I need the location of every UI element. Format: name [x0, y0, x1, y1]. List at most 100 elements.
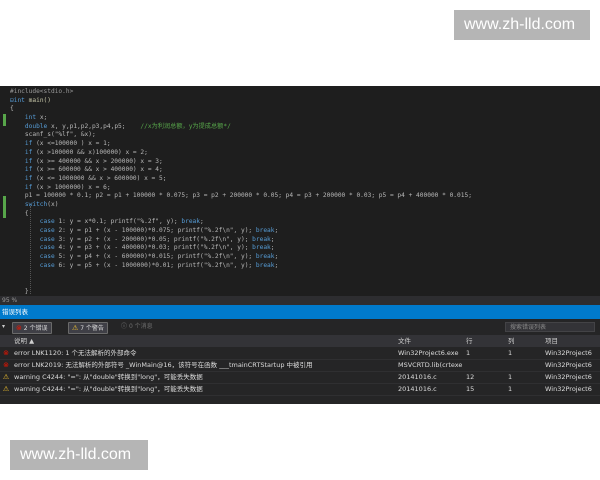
code-line[interactable]: { — [10, 105, 472, 114]
cell-line: 1 — [466, 349, 471, 357]
code-line[interactable] — [10, 279, 472, 288]
code-token: if — [10, 140, 37, 148]
watermark-bottom: www.zh-lld.com — [10, 440, 148, 470]
cell-desc: error LNK1120: 1 个无法解析的外部命令 — [14, 349, 137, 357]
change-marker — [3, 196, 6, 218]
code-line[interactable]: if (x <= 1000000 && x > 600000) x = 5; — [10, 175, 472, 184]
code-token: main() — [28, 96, 51, 104]
column-header-column[interactable]: 列 — [508, 335, 542, 347]
code-line[interactable]: if (x > 1000000) x = 6; — [10, 184, 472, 193]
code-line[interactable]: int x; — [10, 114, 472, 123]
code-token: (x >100000 && x)100000) x = 2; — [36, 148, 148, 156]
code-token: x; — [39, 114, 48, 122]
code-token: 3: y = p2 + (x - 200000)*0.05; printf("%… — [58, 235, 253, 243]
code-token: case — [10, 235, 59, 243]
code-line[interactable]: p1 = 100000 * 0.1; p2 = p1 + 100000 * 0.… — [10, 192, 472, 201]
code-line[interactable] — [10, 270, 472, 279]
code-token: if — [10, 183, 37, 191]
code-token: (x) — [47, 200, 59, 208]
code-token: (x >= 600000 && x > 400000) x = 4; — [36, 166, 163, 174]
code-token: ⊟int — [10, 96, 29, 104]
error-list-row[interactable]: ⚠ warning C4244: "=": 从"double"转换到"long"，… — [0, 383, 600, 396]
code-line[interactable]: case 2: y = p1 + (x - 100000)*0.075; pri… — [10, 227, 472, 236]
error-list-title: 错误列表 — [0, 305, 600, 319]
code-line[interactable]: double x, y,p1,p2,p3,p4,p5; //x为利润总额，y为提… — [10, 123, 472, 132]
code-token: if — [10, 166, 37, 174]
code-token: switch — [10, 200, 48, 208]
code-token: break — [255, 227, 275, 234]
code-token: break — [181, 218, 201, 226]
code-line[interactable]: if (x >= 400000 && x > 200000) x = 3; — [10, 158, 472, 167]
code-line[interactable]: switch(x) — [10, 201, 472, 210]
code-lines[interactable]: #include<stdio.h> ⊟int main(){ int x; dou… — [10, 88, 472, 297]
cell-file: 20141016.c — [398, 373, 437, 381]
scope-dropdown[interactable]: ▾ — [2, 323, 8, 330]
code-line[interactable]: scanf_s("%lf", &x); — [10, 131, 472, 140]
cell-col: 1 — [508, 373, 513, 381]
code-token: ; — [274, 253, 279, 261]
code-editor[interactable]: #include<stdio.h> ⊟int main(){ int x; dou… — [0, 86, 600, 296]
code-line[interactable]: ⊟int main() — [10, 97, 472, 106]
code-token: case — [10, 218, 59, 226]
code-token: break — [255, 253, 275, 261]
column-header-project[interactable]: 项目 — [545, 335, 600, 347]
sort-up-icon: ▲ — [29, 337, 35, 345]
column-header-description[interactable]: 说明 ▲ — [14, 335, 394, 347]
code-token: ; — [200, 218, 204, 226]
code-line[interactable]: case 1: y = x*0.1; printf("%.2f", y); br… — [10, 218, 472, 227]
cell-project: Win32Project6 — [545, 385, 592, 393]
code-token: (x >= 400000 && x > 200000) x = 3; — [36, 157, 163, 165]
cell-col: 1 — [508, 349, 513, 357]
code-token: case — [10, 253, 59, 261]
cell-desc: error LNK2019: 无法解析的外部符号 _WinMain@16，该符号… — [14, 361, 313, 369]
code-token: (x <=100000 ) x = 1; — [36, 140, 111, 148]
cell-project: Win32Project6 — [545, 361, 592, 369]
cell-desc: warning C4244: "=": 从"double"转换到"long"，可… — [14, 385, 203, 393]
code-token: #include<stdio.h> — [10, 88, 74, 95]
cell-project: Win32Project6 — [545, 373, 592, 381]
info-icon: ⓘ — [121, 323, 128, 330]
error-list-header: 说明 ▲ 文件 行 列 项目 — [0, 335, 600, 347]
cell-desc: warning C4244: "=": 从"double"转换到"long"，可… — [14, 373, 203, 381]
warning-icon: ⚠ — [2, 385, 10, 393]
error-icon: ⊗ — [16, 324, 22, 332]
code-line[interactable]: if (x <=100000 ) x = 1; — [10, 140, 472, 149]
error-list-toolbar: ▾ ⊗ 2 个错误 ⚠ 7 个警告 ⓘ 0 个消息 搜索错误列表 — [0, 319, 600, 335]
code-line[interactable]: case 4: y = p3 + (x - 400000)*0.03; prin… — [10, 244, 472, 253]
code-token: (x <= 1000000 && x > 600000) x = 5; — [36, 174, 167, 182]
error-list-search-input[interactable]: 搜索错误列表 — [505, 322, 595, 332]
code-line[interactable]: case 3: y = p2 + (x - 200000)*0.05; prin… — [10, 236, 472, 245]
ide-window: #include<stdio.h> ⊟int main(){ int x; dou… — [0, 86, 600, 404]
code-token: case — [10, 244, 59, 252]
code-token: 4: y = p3 + (x - 400000)*0.03; printf("%… — [58, 244, 253, 252]
warnings-filter-button[interactable]: ⚠ 7 个警告 — [68, 322, 108, 334]
error-list-grid: 说明 ▲ 文件 行 列 项目 ⊗ error LNK1120: 1 个无法解析的外… — [0, 335, 600, 404]
code-token: ; — [270, 244, 275, 252]
cell-col: 1 — [508, 385, 513, 393]
code-line[interactable]: if (x >= 600000 && x > 400000) x = 4; — [10, 166, 472, 175]
error-icon: ⊗ — [3, 349, 9, 357]
code-token: //x为利润总额，y为提成总额*/ — [140, 122, 231, 130]
code-line[interactable]: case 5: y = p4 + (x - 600000)*0.015; pri… — [10, 253, 472, 262]
zoom-level[interactable]: 95 % — [0, 296, 600, 305]
messages-filter-button[interactable]: ⓘ 0 个消息 — [118, 322, 156, 332]
code-token: if — [10, 174, 37, 182]
column-header-file[interactable]: 文件 — [398, 335, 464, 347]
code-line[interactable]: #include<stdio.h> — [10, 88, 472, 97]
code-line[interactable]: { — [10, 210, 472, 219]
watermark-top: www.zh-lld.com — [454, 10, 590, 40]
code-token: case — [10, 261, 59, 269]
code-token: { — [10, 209, 29, 217]
code-line[interactable]: if (x >100000 && x)100000) x = 2; — [10, 149, 472, 158]
errors-filter-button[interactable]: ⊗ 2 个错误 — [12, 322, 52, 334]
code-token: (x > 1000000) x = 6; — [36, 183, 111, 191]
code-line[interactable]: case 6: y = p5 + (x - 1000000)*0.01; pri… — [10, 262, 472, 271]
code-token: break — [252, 235, 271, 243]
column-header-line[interactable]: 行 — [466, 335, 506, 347]
cell-line: 12 — [466, 373, 475, 381]
code-token: ; — [270, 235, 275, 243]
cell-file: MSVCRTD.lib(crtexe — [398, 361, 463, 369]
code-token: break — [252, 244, 271, 252]
warning-icon: ⚠ — [2, 373, 10, 381]
cell-project: Win32Project6 — [545, 349, 592, 357]
